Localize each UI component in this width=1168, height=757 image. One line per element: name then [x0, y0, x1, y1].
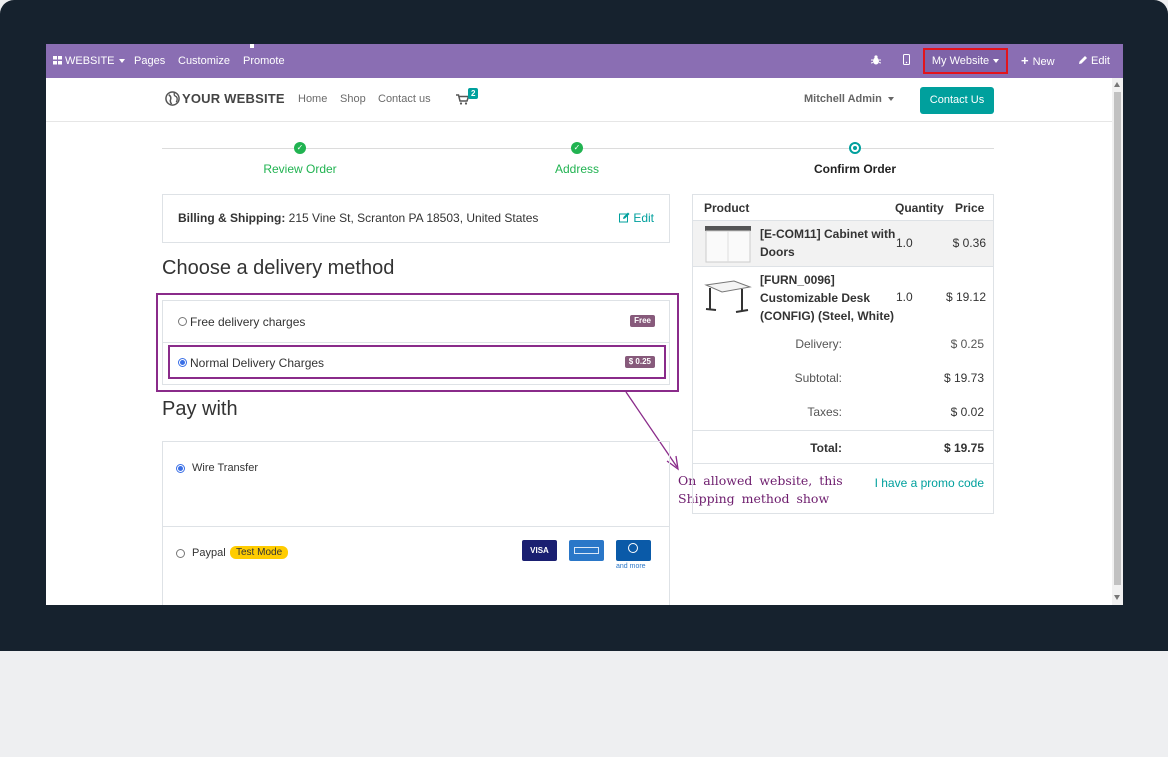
- header-quantity: Quantity: [895, 201, 944, 215]
- billing-label: Billing & Shipping:: [178, 211, 286, 225]
- debug-button[interactable]: [870, 44, 882, 78]
- step-address: Address: [554, 162, 600, 176]
- globe-icon: [165, 91, 180, 106]
- taxes-value: $ 0.02: [950, 405, 984, 419]
- nav-home[interactable]: Home: [298, 93, 327, 105]
- chevron-down-icon: [993, 59, 1000, 64]
- current-step-icon: [849, 142, 861, 154]
- header-product: Product: [704, 201, 750, 215]
- annotation-highlight-box: [168, 345, 666, 379]
- delivery-option-label: Free delivery charges: [190, 315, 306, 329]
- product-name-line: [FURN_0096]: [760, 273, 835, 287]
- logo-text: YOUR WEBSITE: [182, 91, 285, 106]
- scroll-down-icon[interactable]: [1114, 595, 1120, 600]
- contact-us-button[interactable]: Contact Us: [920, 87, 994, 114]
- step-confirm-order: Confirm Order: [813, 162, 896, 176]
- site-logo[interactable]: YOUR WEBSITE: [165, 91, 285, 106]
- delivery-value: $ 0.25: [950, 337, 984, 351]
- order-summary: Product Quantity Price [E-COM11] Cabinet…: [692, 194, 994, 514]
- product-name[interactable]: [FURN_0096] Customizable Desk (CONFIG) (…: [760, 271, 894, 325]
- chevron-down-icon: [118, 59, 125, 64]
- line-quantity: 1.0: [896, 290, 913, 304]
- new-label: New: [1032, 56, 1055, 68]
- bug-icon: [870, 55, 882, 65]
- taxes-label: Taxes:: [807, 405, 842, 419]
- payment-methods: Wire Transfer Paypal Test Mode VISA and …: [162, 441, 670, 605]
- billing-shipping-card: Billing & Shipping: 215 Vine St, Scranto…: [162, 194, 670, 243]
- website-menu[interactable]: WEBSITE: [53, 44, 125, 78]
- header-price: Price: [955, 201, 985, 215]
- delivery-heading: Choose a delivery method: [162, 257, 395, 279]
- payment-radio-wire[interactable]: [176, 464, 185, 473]
- mobile-icon: [903, 54, 910, 65]
- total-divider: [693, 430, 993, 431]
- customize-menu[interactable]: Customize: [178, 44, 230, 78]
- cart-count-badge: 2: [468, 88, 479, 99]
- mobile-preview-button[interactable]: [903, 44, 910, 78]
- admin-bar: WEBSITE Pages Customize Promote My Websi…: [46, 44, 1123, 78]
- product-name-line: Customizable Desk: [760, 291, 871, 305]
- my-website-switcher[interactable]: My Website: [923, 48, 1008, 74]
- nav-contact-us[interactable]: Contact us: [378, 93, 431, 105]
- browser-screen: WEBSITE Pages Customize Promote My Websi…: [46, 44, 1123, 605]
- diners-club-card-icon: [616, 540, 651, 561]
- billing-edit-link[interactable]: Edit: [618, 211, 654, 225]
- line-price: $ 0.36: [952, 236, 986, 250]
- user-name: Mitchell Admin: [804, 93, 882, 105]
- edit-label: Edit: [1091, 55, 1110, 67]
- cart-link[interactable]: 2: [456, 88, 479, 110]
- product-name-line: [E-COM11] Cabinet with: [760, 227, 896, 241]
- delivery-label: Delivery:: [795, 337, 842, 351]
- payment-heading: Pay with: [162, 398, 238, 420]
- plus-icon: +: [1021, 53, 1029, 68]
- line-price: $ 19.12: [945, 290, 986, 304]
- amex-card-icon: [569, 540, 604, 561]
- site-header: YOUR WEBSITE Home Shop Contact us 2 Mitc…: [46, 78, 1112, 122]
- pages-menu[interactable]: Pages: [134, 44, 165, 78]
- apps-grid-icon: [53, 56, 62, 65]
- subtotal-label: Subtotal:: [794, 371, 842, 385]
- subtotal-value: $ 19.73: [943, 371, 984, 385]
- billing-edit-label: Edit: [633, 211, 654, 225]
- scroll-thumb[interactable]: [1114, 92, 1121, 585]
- total-value: $ 19.75: [943, 441, 984, 455]
- line-quantity: 1.0: [896, 236, 913, 250]
- my-website-label: My Website: [931, 55, 990, 67]
- product-name-line: (CONFIG) (Steel, White): [760, 309, 894, 323]
- vertical-scrollbar[interactable]: [1112, 78, 1123, 605]
- chevron-down-icon: [887, 97, 894, 102]
- edit-icon: [618, 212, 630, 223]
- promote-menu[interactable]: Promote: [243, 44, 285, 78]
- pencil-icon: [1079, 56, 1087, 64]
- promo-code-link[interactable]: I have a promo code: [875, 476, 984, 490]
- payment-divider: [163, 526, 669, 527]
- delivery-price-badge: Free: [630, 315, 655, 327]
- edit-button[interactable]: Edit: [1078, 44, 1110, 78]
- step-review-order: Review Order: [263, 162, 337, 176]
- product-name-line: Doors: [760, 245, 795, 259]
- product-name[interactable]: [E-COM11] Cabinet with Doors: [760, 225, 895, 261]
- visa-card-icon: VISA: [522, 540, 557, 561]
- payment-radio-paypal[interactable]: [176, 549, 185, 558]
- delivery-radio-free[interactable]: [178, 317, 187, 326]
- nav-shop[interactable]: Shop: [340, 93, 366, 105]
- scroll-up-icon[interactable]: [1114, 82, 1120, 87]
- billing-address: 215 Vine St, Scranton PA 18503, United S…: [288, 211, 539, 225]
- delivery-option-free[interactable]: Free delivery charges Free: [163, 301, 669, 343]
- monitor-stand: [0, 651, 1168, 757]
- and-more-cards: and more: [616, 563, 646, 570]
- new-button[interactable]: + New: [1021, 44, 1055, 78]
- promo-divider: [693, 463, 993, 464]
- cabinet-image: [705, 226, 751, 263]
- total-label: Total:: [810, 441, 842, 455]
- user-menu[interactable]: Mitchell Admin: [804, 93, 894, 105]
- check-icon: ✓: [294, 142, 306, 154]
- website-menu-label: WEBSITE: [65, 55, 115, 67]
- desk-image: [704, 280, 752, 313]
- payment-paypal[interactable]: Paypal: [192, 547, 226, 559]
- check-icon: ✓: [571, 142, 583, 154]
- payment-wire-transfer[interactable]: Wire Transfer: [192, 462, 258, 474]
- test-mode-badge: Test Mode: [230, 546, 289, 559]
